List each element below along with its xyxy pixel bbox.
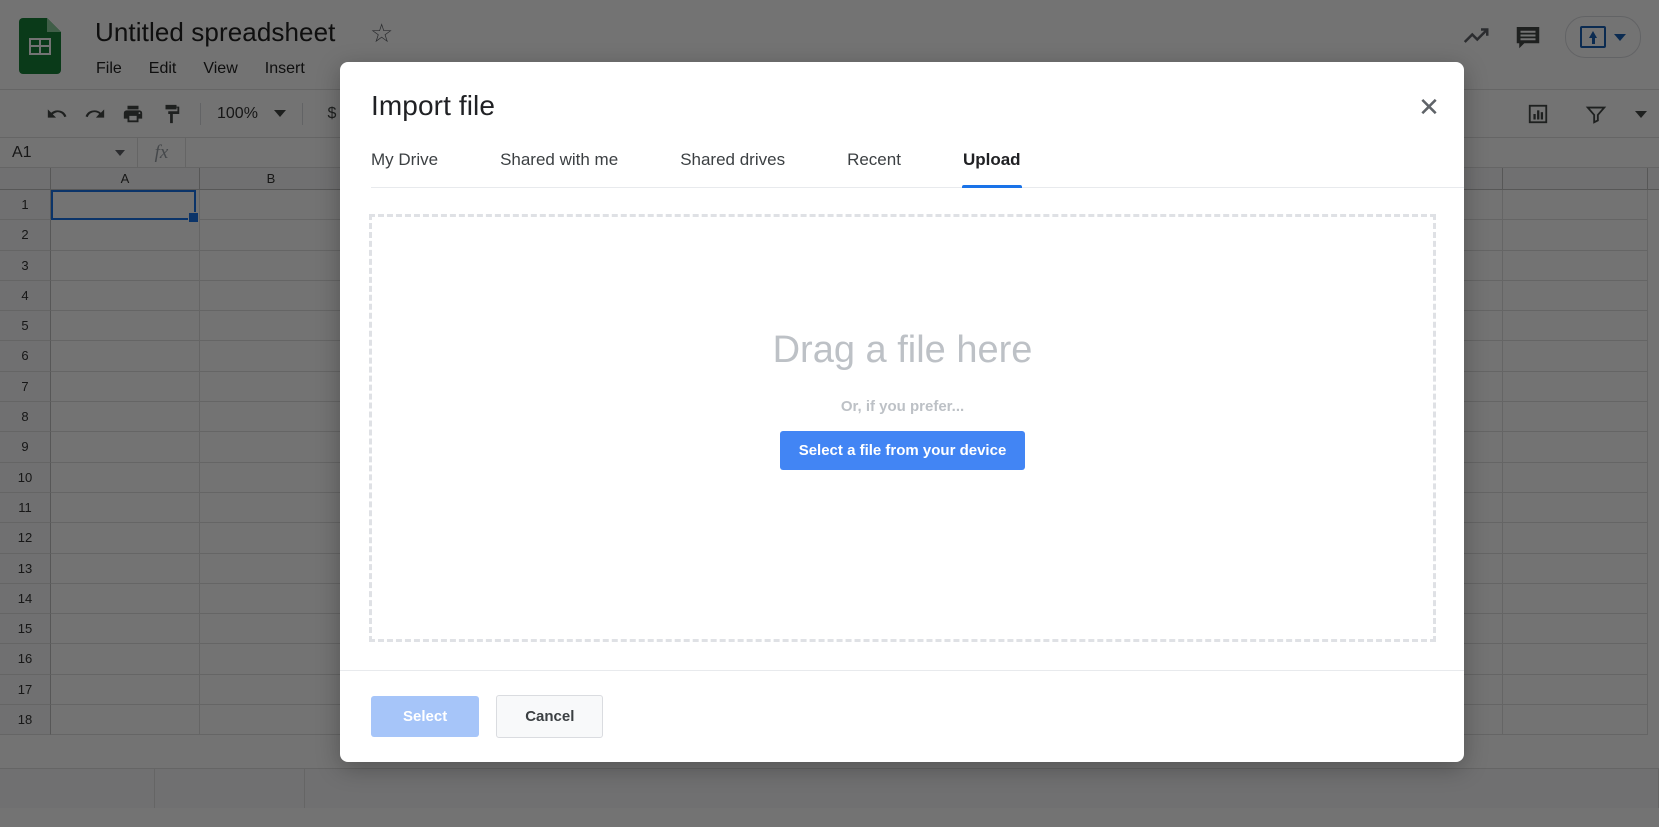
- tab-my-drive[interactable]: My Drive: [371, 150, 438, 187]
- tab-shared-with-me[interactable]: Shared with me: [500, 150, 618, 187]
- upload-panel: Drag a file here Or, if you prefer... Se…: [340, 188, 1464, 670]
- select-file-from-device-button[interactable]: Select a file from your device: [779, 430, 1026, 470]
- close-icon[interactable]: ✕: [1412, 90, 1446, 124]
- tab-shared-drives[interactable]: Shared drives: [680, 150, 785, 187]
- app-root: Untitled spreadsheet ☆ File Edit View In…: [0, 0, 1659, 827]
- dialog-tabs: My Drive Shared with me Shared drives Re…: [371, 122, 1464, 188]
- file-dropzone[interactable]: Drag a file here Or, if you prefer... Se…: [369, 214, 1436, 642]
- import-file-dialog: Import file ✕ My Drive Shared with me Sh…: [340, 62, 1464, 762]
- dropzone-subtitle: Or, if you prefer...: [840, 397, 965, 415]
- select-button[interactable]: Select: [371, 696, 480, 737]
- dialog-title: Import file: [371, 90, 496, 121]
- dialog-footer: Select Cancel: [340, 670, 1464, 762]
- tab-upload[interactable]: Upload: [961, 150, 1022, 188]
- dropzone-title: Drag a file here: [772, 328, 1033, 371]
- tab-recent[interactable]: Recent: [847, 150, 901, 187]
- cancel-button[interactable]: Cancel: [496, 695, 604, 738]
